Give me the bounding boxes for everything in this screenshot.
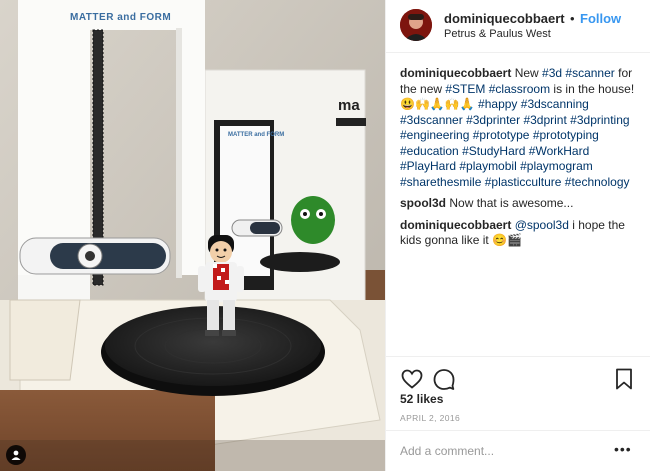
hashtag-link[interactable]: #plasticculture xyxy=(485,175,562,189)
action-bar xyxy=(386,356,650,396)
post-date[interactable]: APRIL 2, 2016 xyxy=(400,413,460,423)
more-options-icon[interactable]: ••• xyxy=(614,441,636,461)
location-link[interactable]: Petrus & Paulus West xyxy=(444,28,551,40)
hashtag-link[interactable]: #classroom xyxy=(489,82,550,96)
post-header: dominiquecobbaert • Follow Petrus & Paul… xyxy=(386,0,650,53)
hashtag-link[interactable]: #technology xyxy=(565,175,630,189)
box-logo-text: ma xyxy=(338,97,360,114)
header-username[interactable]: dominiquecobbaert xyxy=(444,11,565,26)
bookmark-icon[interactable] xyxy=(612,367,636,391)
hashtag-link[interactable]: #scanner xyxy=(565,66,614,80)
likes-count[interactable]: 52 likes xyxy=(400,392,443,406)
hashtag-link[interactable]: #PlayHard xyxy=(400,159,456,173)
post-photo[interactable]: ma MATTER and FORM MATTER and FORM xyxy=(0,0,385,471)
hashtag-link[interactable]: #prototype xyxy=(473,128,530,142)
hashtag-link[interactable]: #3dscanner xyxy=(400,113,463,127)
comments-list: dominiquecobbaert New #3d #scanner for t… xyxy=(400,66,640,255)
avatar[interactable] xyxy=(400,9,432,41)
follow-button[interactable]: Follow xyxy=(580,11,621,26)
comment-text: Now that is awesome... xyxy=(449,196,573,210)
hashtag-link[interactable]: #3dprint xyxy=(523,113,566,127)
comment-text: New #3d #scanner for the new #STEM #clas… xyxy=(400,66,634,189)
hashtag-link[interactable]: #happy xyxy=(478,97,517,111)
hashtag-link[interactable]: #playmogram xyxy=(520,159,593,173)
mention-link[interactable]: @spool3d xyxy=(515,218,569,232)
hashtag-link[interactable]: #3d xyxy=(542,66,562,80)
user-tag-icon[interactable] xyxy=(6,445,26,465)
comment-item: dominiquecobbaert New #3d #scanner for t… xyxy=(400,66,640,190)
comment-input[interactable] xyxy=(400,441,590,461)
comment-username[interactable]: dominiquecobbaert xyxy=(400,66,511,80)
hashtag-link[interactable]: #3dprinting xyxy=(570,113,629,127)
hashtag-link[interactable]: #3dprinter xyxy=(466,113,520,127)
hashtag-link[interactable]: #sharethesmile xyxy=(400,175,481,189)
hashtag-link[interactable]: #playmobil xyxy=(459,159,516,173)
comment-username[interactable]: dominiquecobbaert xyxy=(400,218,511,232)
hashtag-link[interactable]: #engineering xyxy=(400,128,469,142)
add-comment-bar: ••• xyxy=(386,430,650,471)
comment-username[interactable]: spool3d xyxy=(400,196,446,210)
hashtag-link[interactable]: #education xyxy=(400,144,459,158)
heart-icon[interactable] xyxy=(400,367,424,391)
header-separator-dot: • xyxy=(570,11,575,26)
hashtag-link[interactable]: #3dscanning xyxy=(521,97,589,111)
hashtag-link[interactable]: #prototyping xyxy=(533,128,599,142)
scanner-brand-text: MATTER and FORM xyxy=(70,12,171,23)
comment-text-segment: Now that is awesome... xyxy=(449,196,574,210)
post-side-panel: dominiquecobbaert • Follow Petrus & Paul… xyxy=(385,0,650,471)
comment-bubble-icon[interactable] xyxy=(432,367,456,391)
comment-item: spool3d Now that is awesome... xyxy=(400,196,640,212)
hashtag-link[interactable]: #STEM xyxy=(445,82,485,96)
comment-text-segment: New xyxy=(514,66,543,80)
comment-item: dominiquecobbaert @spool3d i hope the ki… xyxy=(400,218,640,249)
instagram-post: ma MATTER and FORM MATTER and FORM domin… xyxy=(0,0,650,471)
hashtag-link[interactable]: #WorkHard xyxy=(529,144,589,158)
post-photo-image: ma MATTER and FORM MATTER and FORM xyxy=(0,0,385,471)
box-scanner-brand: MATTER and FORM xyxy=(228,132,284,138)
hashtag-link[interactable]: #StudyHard xyxy=(462,144,525,158)
